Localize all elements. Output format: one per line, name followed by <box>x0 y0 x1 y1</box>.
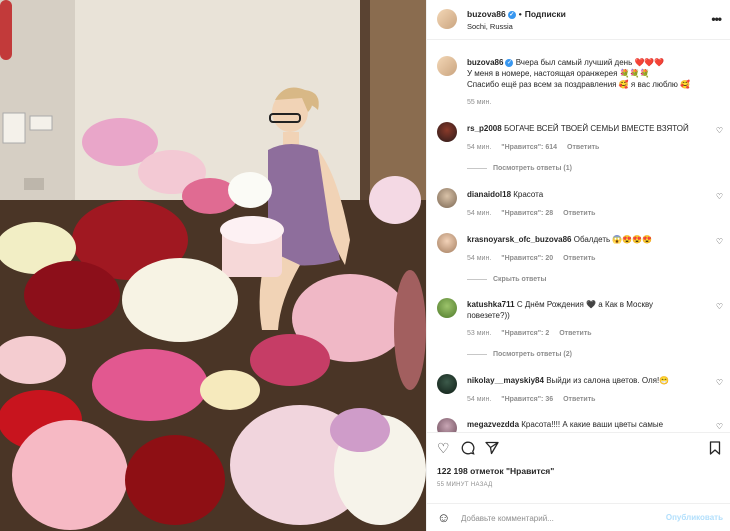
avatar[interactable] <box>437 374 457 394</box>
avatar[interactable] <box>437 188 457 208</box>
caption-meta: 55 мин. <box>467 99 501 106</box>
comment-meta: 54 мин. "Нравится": 614 Ответить <box>467 144 609 151</box>
reply-button[interactable]: Ответить <box>563 396 595 403</box>
smiley-icon[interactable]: ☺ <box>437 510 450 525</box>
comment-meta: 54 мин. "Нравится": 36 Ответить <box>467 396 605 403</box>
post-sidebar: buzova86 ✓ • Подписки Sochi, Russia ••• buz… <box>426 0 730 531</box>
username-link[interactable]: rs_p2008 <box>467 124 502 133</box>
comment-body: БОГАЧЕ ВСЕЙ ТВОЕЙ СЕМЬИ ВМЕСТЕ ВЗЯТОЙ <box>503 124 689 133</box>
username-link[interactable]: dianaidol18 <box>467 190 511 199</box>
comment-icon[interactable] <box>461 441 475 457</box>
comment-text: katushka711 С Днём Рождения 🖤 а Как в Мо… <box>467 299 697 321</box>
likes-count[interactable]: 122 198 отметок "Нравится" <box>437 466 554 476</box>
hide-replies-button[interactable]: Скрыть ответы <box>467 276 546 283</box>
bookmark-icon[interactable] <box>709 441 721 457</box>
heart-icon[interactable]: ♡ <box>437 441 450 455</box>
comments-list[interactable]: buzova86 ✓ Вчера был самый лучший день ❤️… <box>427 40 730 432</box>
avatar[interactable] <box>437 9 457 29</box>
ellipsis-icon[interactable]: ••• <box>711 12 722 26</box>
add-comment-bar: ☺ Опубликовать <box>427 503 730 531</box>
timestamp[interactable]: 54 мин. <box>467 396 491 403</box>
view-replies-button[interactable]: Посмотреть ответы (2) <box>467 351 572 358</box>
view-replies-button[interactable]: Посмотреть ответы (1) <box>467 165 572 172</box>
comment-like-icon[interactable]: ♡ <box>716 422 723 431</box>
comment-text: rs_p2008 БОГАЧЕ ВСЕЙ ТВОЕЙ СЕМЬИ ВМЕСТЕ … <box>467 123 707 134</box>
post-photo[interactable] <box>0 0 426 531</box>
reply-button[interactable]: Ответить <box>563 255 595 262</box>
post-author: buzova86 ✓ • Подписки <box>467 9 566 19</box>
username-link[interactable]: katushka711 <box>467 300 515 309</box>
flowers-photo <box>0 0 426 531</box>
username-link[interactable]: nikolay__mayskiy84 <box>467 376 544 385</box>
timestamp[interactable]: 54 мин. <box>467 210 491 217</box>
publish-button[interactable]: Опубликовать <box>666 513 723 522</box>
comment-meta: 54 мин. "Нравится": 28 Ответить <box>467 210 605 217</box>
caption-line: Спасибо ещё раз всем за поздравления 🥰 я… <box>467 80 691 89</box>
comment-meta: 54 мин. "Нравится": 20 Ответить <box>467 255 605 262</box>
avatar[interactable] <box>437 56 457 76</box>
comment-like-icon[interactable]: ♡ <box>716 126 723 135</box>
username-link[interactable]: megazvezdda <box>467 420 519 429</box>
instagram-post-modal: buzova86 ✓ • Подписки Sochi, Russia ••• buz… <box>0 0 730 531</box>
comment-meta: 53 мин. "Нравится": 2 Ответить <box>467 330 602 337</box>
reply-button[interactable]: Ответить <box>563 210 595 217</box>
comment-like-icon[interactable]: ♡ <box>716 192 723 201</box>
likes-count[interactable]: "Нравится": 36 <box>501 396 553 403</box>
share-icon[interactable] <box>485 441 499 457</box>
caption-text: buzova86 ✓ Вчера был самый лучший день ❤️… <box>467 57 707 90</box>
reply-button[interactable]: Ответить <box>559 330 591 337</box>
timestamp[interactable]: 55 мин. <box>467 99 491 106</box>
caption-line: Вчера был самый лучший день ❤️❤️❤️ <box>515 58 665 67</box>
comment-body: Красота <box>513 190 544 199</box>
avatar[interactable] <box>437 122 457 142</box>
timestamp[interactable]: 54 мин. <box>467 144 491 151</box>
comment-text: nikolay__mayskiy84 Выйди из салона цвето… <box>467 375 707 386</box>
comment-text: dianaidol18 Красота <box>467 189 707 200</box>
comment-text: megazvezdda Красота!!!! А какие ваши цве… <box>467 419 707 430</box>
username-link[interactable]: buzova86 <box>467 9 506 19</box>
comment-like-icon[interactable]: ♡ <box>716 302 723 311</box>
comment-text: krasnoyarsk_ofc_buzova86 Обалдеть 😱😍😍😍 <box>467 234 707 245</box>
likes-count[interactable]: "Нравится": 28 <box>501 210 553 217</box>
comment-like-icon[interactable]: ♡ <box>716 378 723 387</box>
reply-button[interactable]: Ответить <box>567 144 599 151</box>
avatar[interactable] <box>437 298 457 318</box>
comment-like-icon[interactable]: ♡ <box>716 237 723 246</box>
post-timestamp[interactable]: 55 МИНУТ НАЗАД <box>437 482 492 488</box>
timestamp[interactable]: 53 мин. <box>467 330 491 337</box>
likes-count[interactable]: "Нравится": 614 <box>501 144 557 151</box>
verified-icon: ✓ <box>505 58 514 67</box>
comment-input[interactable] <box>461 511 661 525</box>
caption-line: У меня в номере, настоящая оранжерея 💐💐💐 <box>467 69 650 78</box>
verified-icon: ✓ <box>507 10 516 19</box>
timestamp[interactable]: 54 мин. <box>467 255 491 262</box>
separator-dot: • <box>518 9 522 19</box>
location-link[interactable]: Sochi, Russia <box>467 22 513 31</box>
post-actions: ♡ <box>427 432 730 462</box>
comment-body: Красота!!!! А какие ваши цветы самые <box>521 420 664 429</box>
likes-count[interactable]: "Нравится": 2 <box>501 330 549 337</box>
avatar[interactable] <box>437 418 457 432</box>
comment-body: Выйди из салона цветов. Оля!😁 <box>546 376 670 385</box>
avatar[interactable] <box>437 233 457 253</box>
username-link[interactable]: krasnoyarsk_ofc_buzova86 <box>467 235 572 244</box>
comment-body: Обалдеть 😱😍😍😍 <box>573 235 653 244</box>
likes-count[interactable]: "Нравится": 20 <box>501 255 553 262</box>
following-button[interactable]: Подписки <box>525 9 566 19</box>
username-link[interactable]: buzova86 <box>467 58 503 67</box>
post-header: buzova86 ✓ • Подписки Sochi, Russia ••• <box>427 0 730 40</box>
